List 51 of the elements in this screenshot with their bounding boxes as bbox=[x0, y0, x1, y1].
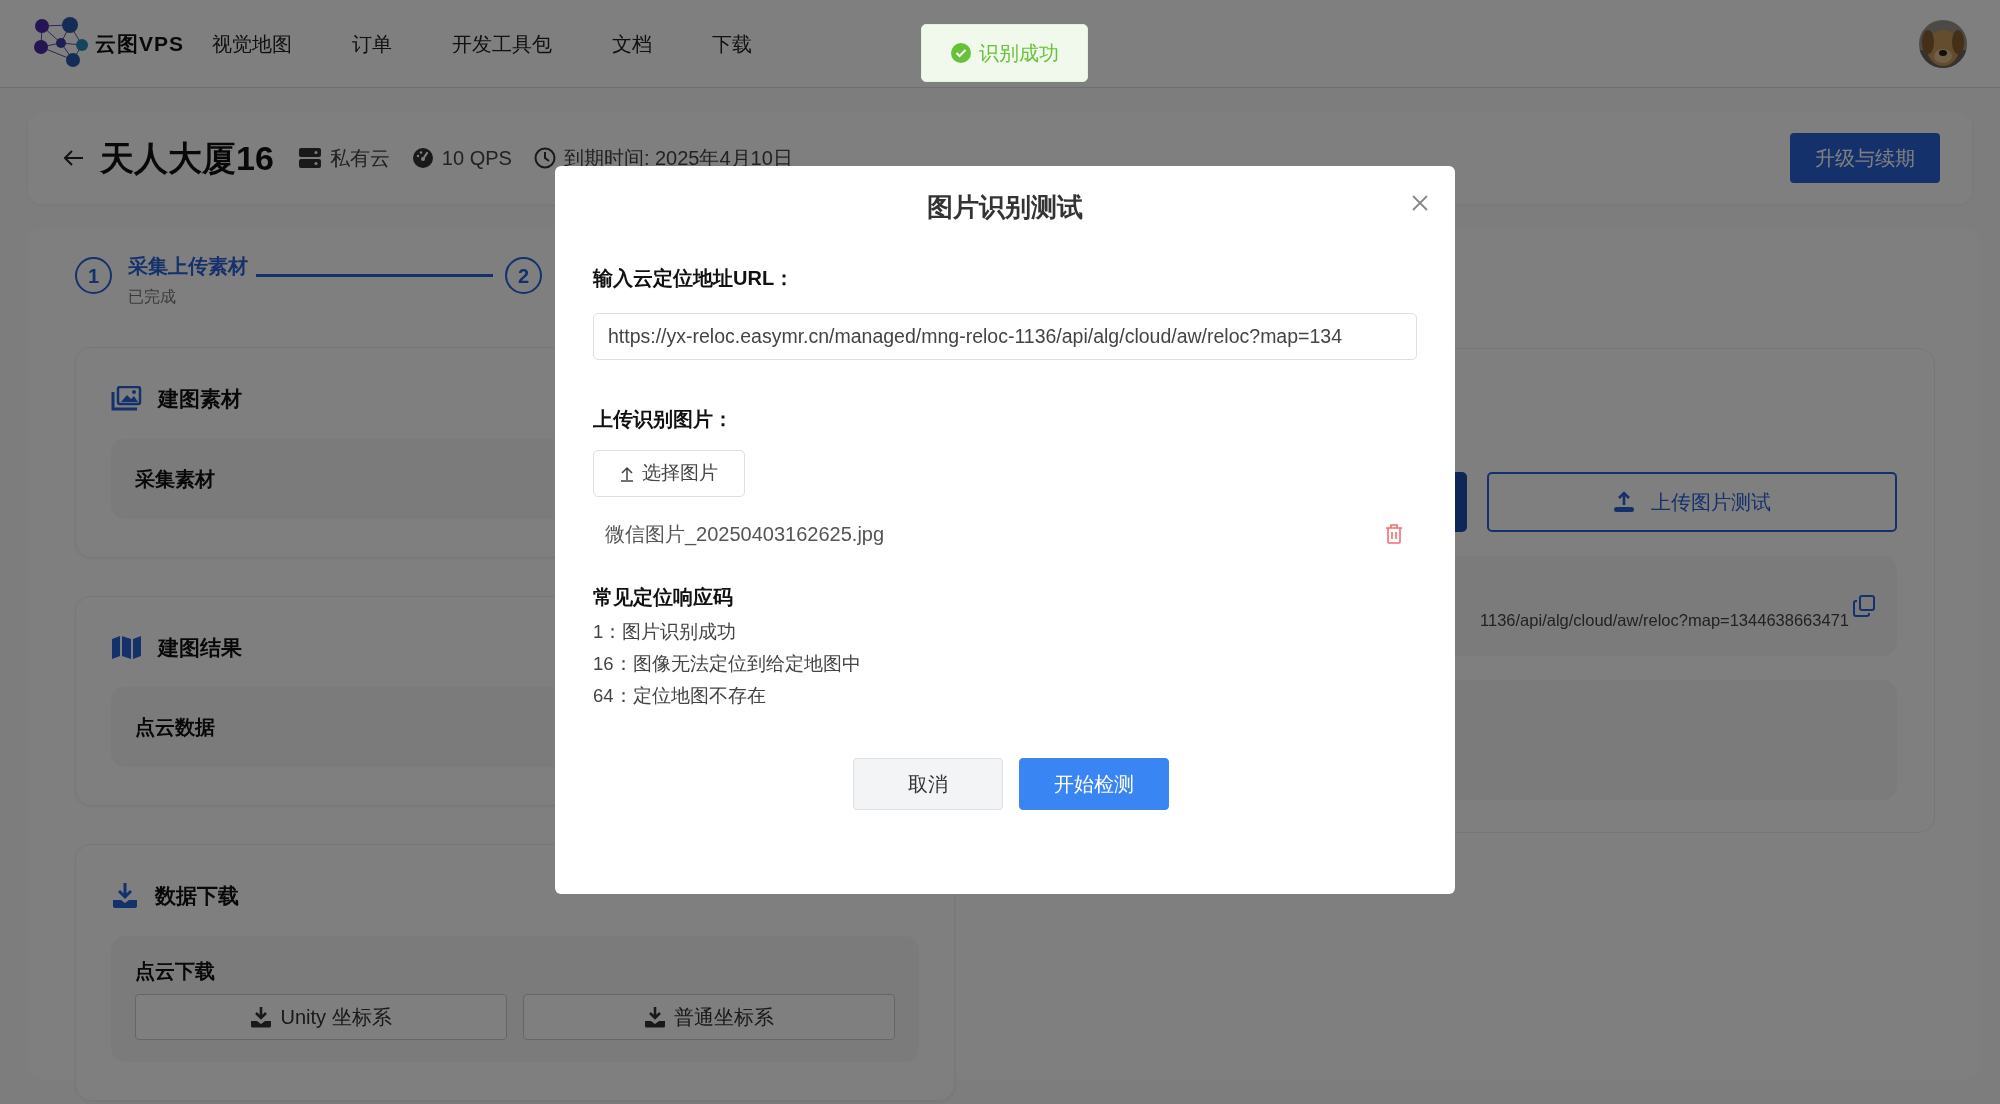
nav-link[interactable]: 视觉地图 bbox=[212, 28, 293, 59]
url-input[interactable]: https://yx-reloc.easymr.cn/managed/mng-reloc-1136/api/alg/cloud/aw/reloc?map=134 bbox=[593, 313, 1417, 360]
images-icon bbox=[111, 386, 142, 412]
choose-image-button[interactable]: 选择图片 bbox=[593, 450, 745, 497]
item-label: 采集素材 bbox=[135, 466, 215, 492]
toast-text: 识别成功 bbox=[978, 41, 1059, 66]
section-title: 建图结果 bbox=[158, 634, 242, 661]
section-title: 常见定位响应码 bbox=[593, 585, 734, 610]
upgrade-button[interactable]: 升级与续期 bbox=[1790, 133, 1940, 183]
copy-icon[interactable] bbox=[1853, 595, 1875, 617]
check-circle-icon bbox=[950, 43, 971, 63]
download-icon bbox=[250, 1006, 273, 1028]
nav-link[interactable]: 开发工具包 bbox=[452, 28, 553, 59]
meta-text: 10 QPS bbox=[441, 146, 512, 171]
field-label: 输入云定位地址URL： bbox=[593, 266, 796, 291]
download-button[interactable]: Unity 坐标系 bbox=[135, 994, 507, 1040]
section-title: 建图素材 bbox=[158, 386, 242, 412]
meta-text: 私有云 bbox=[329, 146, 390, 171]
item-label: 点云数据 bbox=[135, 715, 215, 740]
server-icon bbox=[297, 147, 322, 169]
field-label: 上传识别图片： bbox=[593, 407, 734, 432]
delete-icon[interactable] bbox=[1385, 524, 1403, 544]
item-label: 点云下载 bbox=[135, 959, 215, 982]
upload-test-button[interactable]: 上传图片测试 bbox=[1487, 472, 1897, 532]
start-button[interactable]: 开始检测 bbox=[1019, 758, 1169, 811]
nav-link[interactable]: 下载 bbox=[712, 28, 753, 59]
nav-link[interactable]: 订单 bbox=[352, 28, 393, 59]
back-arrow-icon[interactable] bbox=[64, 150, 84, 166]
code-description: 1：图片识别成功 bbox=[593, 620, 738, 645]
dialog-title: 图片识别测试 bbox=[926, 191, 1084, 224]
section-title: 数据下载 bbox=[155, 883, 239, 909]
step-status: 已完成 bbox=[128, 287, 177, 307]
page-title: 天人大厦16 bbox=[100, 137, 274, 179]
brand-name[interactable]: 云图VPS bbox=[95, 27, 185, 60]
url-text: 1136/api/alg/cloud/aw/reloc?map=1344638663471 bbox=[1480, 609, 1849, 631]
upload-icon bbox=[620, 465, 634, 482]
file-name: 微信图片_20250403162625.jpg bbox=[605, 522, 885, 548]
map-icon bbox=[111, 634, 142, 660]
cancel-button[interactable]: 取消 bbox=[853, 758, 1003, 811]
download-icon bbox=[644, 1006, 666, 1028]
nav-link[interactable]: 文档 bbox=[612, 28, 653, 59]
upload-icon bbox=[1613, 491, 1635, 513]
gauge-icon bbox=[411, 147, 434, 169]
code-description: 16：图像无法定位到给定地图中 bbox=[593, 652, 862, 677]
code-description: 64：定位地图不存在 bbox=[593, 684, 767, 709]
download-button[interactable]: 普通坐标系 bbox=[523, 994, 895, 1040]
step-number: 1 bbox=[75, 257, 112, 294]
step-title: 采集上传素材 bbox=[128, 254, 248, 279]
step-number: 2 bbox=[505, 257, 542, 294]
clock-icon bbox=[533, 147, 556, 169]
download-icon bbox=[111, 882, 139, 910]
